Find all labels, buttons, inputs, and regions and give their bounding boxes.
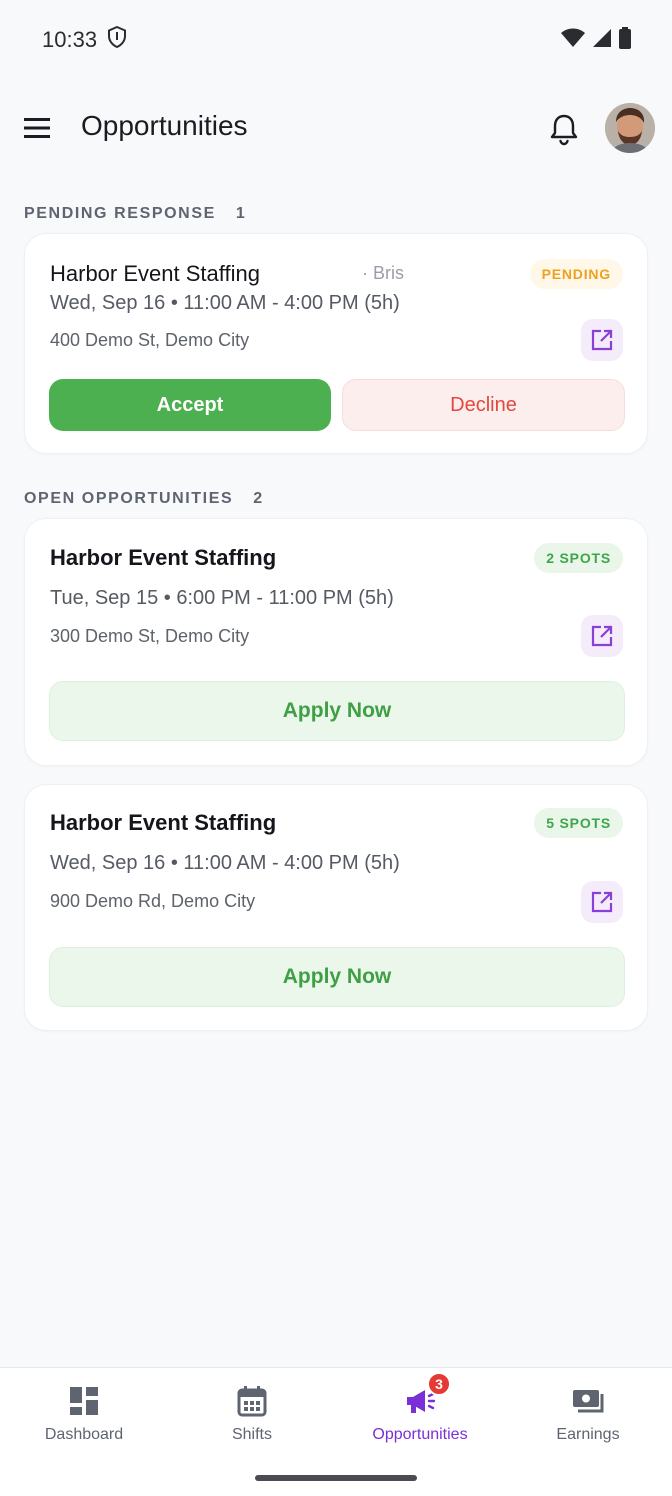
nav-item-earnings[interactable]: Earnings	[504, 1384, 672, 1454]
nav-label: Earnings	[556, 1426, 620, 1443]
status-bar: 10:33	[0, 0, 672, 80]
section-title: OPEN OPPORTUNITIES	[24, 490, 234, 507]
signal-icon	[592, 28, 612, 53]
wifi-icon	[560, 28, 586, 53]
open-external-icon[interactable]	[581, 615, 623, 657]
notification-bell-icon[interactable]	[544, 110, 584, 150]
card-subtitle: · Bris	[362, 263, 404, 283]
card-time: Wed, Sep 16 • 11:00 AM - 4:00 PM (5h)	[50, 852, 400, 874]
section-count: 1	[235, 205, 247, 222]
accept-button[interactable]: Accept	[49, 379, 331, 431]
decline-button[interactable]: Decline	[342, 379, 625, 431]
card-address: 300 Demo St, Demo City	[50, 626, 250, 646]
shield-icon	[107, 25, 127, 54]
card-time: Tue, Sep 15 • 6:00 PM - 11:00 PM (5h)	[50, 587, 394, 609]
megaphone-icon: 3	[403, 1372, 451, 1418]
notification-badge: 3	[427, 1372, 451, 1396]
apply-now-button[interactable]: Apply Now	[49, 947, 625, 1007]
status-badge: PENDING	[529, 259, 623, 289]
card-time: Wed, Sep 16 • 11:00 AM - 4:00 PM (5h)	[50, 292, 400, 314]
section-label-pending: PENDING RESPONSE 1	[24, 205, 246, 223]
spots-badge: 2 SPOTS	[534, 543, 623, 573]
section-count: 2	[253, 490, 264, 507]
pending-opportunity-card[interactable]: Harbor Event Staffing · Bris PENDING Wed…	[24, 233, 648, 454]
nav-label: Dashboard	[44, 1426, 124, 1443]
card-title: Harbor Event Staffing	[50, 545, 277, 570]
card-title: Harbor Event Staffing	[50, 810, 277, 835]
nav-label: Shifts	[231, 1426, 272, 1443]
card-address: 400 Demo St, Demo City	[50, 330, 250, 350]
nav-item-shifts[interactable]: Shifts	[168, 1384, 336, 1454]
calendar-icon	[235, 1384, 269, 1418]
bottom-nav: Dashboard Shifts 3 Opportunities Earning…	[0, 1367, 672, 1496]
battery-icon	[618, 26, 632, 54]
nav-item-opportunities[interactable]: 3 Opportunities	[336, 1372, 504, 1454]
app-bar: Opportunities	[0, 96, 672, 160]
status-time: 10:33	[42, 27, 98, 52]
section-label-open: OPEN OPPORTUNITIES 2	[24, 490, 264, 508]
nav-item-dashboard[interactable]: Dashboard	[0, 1384, 168, 1454]
nav-label: Opportunities	[372, 1426, 468, 1443]
spots-badge: 5 SPOTS	[534, 808, 623, 838]
avatar[interactable]	[605, 103, 655, 153]
menu-icon[interactable]	[22, 114, 52, 142]
section-title: PENDING RESPONSE	[24, 205, 216, 222]
card-address: 900 Demo Rd, Demo City	[50, 891, 256, 911]
card-title: Harbor Event Staffing	[50, 261, 260, 286]
apply-now-button[interactable]: Apply Now	[49, 681, 625, 741]
dashboard-icon	[67, 1384, 101, 1418]
money-icon	[571, 1384, 605, 1418]
open-opportunity-card[interactable]: Harbor Event Staffing 5 SPOTS Wed, Sep 1…	[24, 784, 648, 1031]
open-opportunity-card[interactable]: Harbor Event Staffing 2 SPOTS Tue, Sep 1…	[24, 518, 648, 766]
open-external-icon[interactable]	[581, 319, 623, 361]
open-external-icon[interactable]	[581, 881, 623, 923]
home-indicator[interactable]	[255, 1475, 417, 1481]
page-title: Opportunities	[81, 110, 248, 141]
